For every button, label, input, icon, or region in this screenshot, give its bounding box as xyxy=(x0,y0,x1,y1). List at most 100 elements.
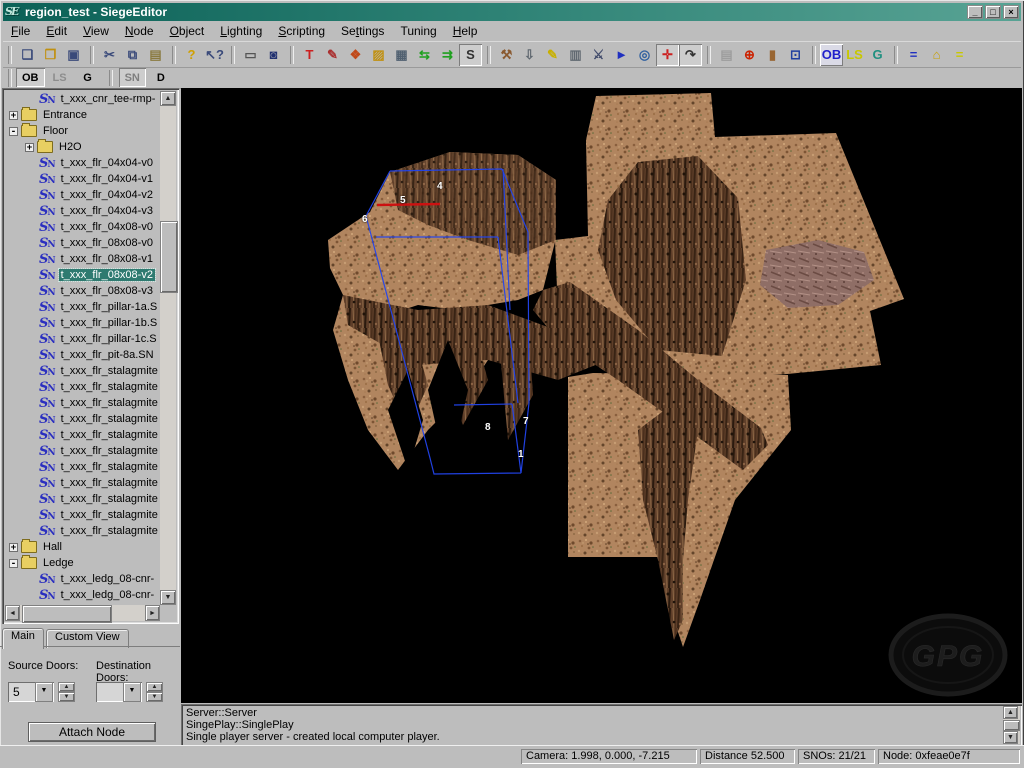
equals-yellow-button[interactable]: = xyxy=(948,44,971,66)
dropdown-arrow-icon[interactable]: ▼ xyxy=(35,682,53,702)
expander-plus-icon[interactable]: + xyxy=(9,543,18,552)
open-file-button[interactable]: ❐ xyxy=(39,44,62,66)
tree-node-t-xxx-flr-stalagmite[interactable]: SNt_xxx_flr_stalagmite xyxy=(5,363,160,379)
tree-node-t-xxx-flr-pit-8a-sn[interactable]: SNt_xxx_flr_pit-8a.SN xyxy=(5,347,160,363)
log-scrollbar[interactable]: ▲ ▼ xyxy=(1003,706,1020,744)
g-toggle-button[interactable]: G xyxy=(866,44,889,66)
new-file-button[interactable]: ❏ xyxy=(16,44,39,66)
fast-arrows-button[interactable]: ⇉ xyxy=(436,44,459,66)
tree-folder-floor[interactable]: -Floor xyxy=(5,123,160,139)
sword-button[interactable]: ⚔ xyxy=(587,44,610,66)
mode-ob-button[interactable]: OB xyxy=(16,68,45,87)
scroll-left-button[interactable]: ◄ xyxy=(5,605,20,621)
tree-node-t-xxx-flr-stalagmite[interactable]: SNt_xxx_flr_stalagmite xyxy=(5,507,160,523)
palette-button[interactable]: ❖ xyxy=(344,44,367,66)
menu-edit[interactable]: Edit xyxy=(38,23,75,39)
attach-node-button[interactable]: Attach Node xyxy=(28,722,156,742)
tree-node-t-xxx-ledg-08-cnr[interactable]: SNt_xxx_ledg_08-cnr- xyxy=(5,571,160,587)
tree-node-t-xxx-flr-04x08-v0[interactable]: SNt_xxx_flr_04x08-v0 xyxy=(5,219,160,235)
tree-node-t-xxx-flr-stalagmite[interactable]: SNt_xxx_flr_stalagmite xyxy=(5,459,160,475)
save-file-button[interactable]: ▣ xyxy=(62,44,85,66)
mode-d-button[interactable]: D xyxy=(148,68,174,87)
menu-view[interactable]: View xyxy=(75,23,117,39)
tab-main[interactable]: Main xyxy=(2,628,44,649)
paste-button[interactable]: ▤ xyxy=(144,44,167,66)
minimize-button[interactable]: _ xyxy=(967,5,983,19)
expander-minus-icon[interactable]: - xyxy=(9,559,18,568)
tree-node-t-xxx-flr-stalagmite[interactable]: SNt_xxx_flr_stalagmite xyxy=(5,379,160,395)
tree-node-t-xxx-flr-stalagmite[interactable]: SNt_xxx_flr_stalagmite xyxy=(5,427,160,443)
equals-blue-button[interactable]: = xyxy=(902,44,925,66)
expander-plus-icon[interactable]: + xyxy=(25,143,34,152)
menu-help[interactable]: Help xyxy=(445,23,486,39)
tree-node-t-xxx-flr-stalagmite[interactable]: SNt_xxx_flr_stalagmite xyxy=(5,395,160,411)
tree-folder-ledge[interactable]: -Ledge xyxy=(5,555,160,571)
spin-up-button[interactable]: ▲ xyxy=(58,682,75,692)
move-tool-button[interactable]: ✛ xyxy=(656,44,679,66)
scroll-up-button[interactable]: ▲ xyxy=(160,91,176,106)
menu-node[interactable]: Node xyxy=(117,23,162,39)
tree-node-t-xxx-flr-pillar-1b-s[interactable]: SNt_xxx_flr_pillar-1b.S xyxy=(5,315,160,331)
cut-button[interactable]: ✂ xyxy=(98,44,121,66)
scroll-thumb[interactable] xyxy=(160,221,178,293)
expander-minus-icon[interactable]: - xyxy=(9,127,18,136)
close-button[interactable]: × xyxy=(1003,5,1019,19)
spin-down-button[interactable]: ▼ xyxy=(58,692,75,702)
tree-horizontal-scrollbar[interactable]: ◄ ► xyxy=(5,605,160,621)
tree-node-t-xxx-flr-stalagmite[interactable]: SNt_xxx_flr_stalagmite xyxy=(5,523,160,539)
scroll-up-button[interactable]: ▲ xyxy=(1003,706,1018,719)
spin-down-button[interactable]: ▼ xyxy=(146,692,163,702)
tree-folder-h2o[interactable]: +H2O xyxy=(5,139,160,155)
tree-node-t-xxx-flr-08x08-v0[interactable]: SNt_xxx_flr_08x08-v0 xyxy=(5,235,160,251)
jump-arrow-button[interactable]: ► xyxy=(610,44,633,66)
tree-node-t-xxx-ledg-08-cnr[interactable]: SNt_xxx_ledg_08-cnr- xyxy=(5,587,160,603)
zoom-page-button[interactable]: ◎ xyxy=(633,44,656,66)
copy-button[interactable]: ⧉ xyxy=(121,44,144,66)
drop-down-arrow-button[interactable]: ⇩ xyxy=(518,44,541,66)
tree-node-t-xxx-flr-04x04-v1[interactable]: SNt_xxx_flr_04x04-v1 xyxy=(5,171,160,187)
menu-settings[interactable]: Settings xyxy=(333,23,392,39)
world-view-button[interactable]: ◙ xyxy=(262,44,285,66)
scroll-down-button[interactable]: ▼ xyxy=(160,590,176,605)
menu-file[interactable]: File xyxy=(3,23,38,39)
expander-plus-icon[interactable]: + xyxy=(9,111,18,120)
tree-node-t-xxx-flr-pillar-1a-s[interactable]: SNt_xxx_flr_pillar-1a.S xyxy=(5,299,160,315)
tree-node-t-xxx-flr-08x08-v3[interactable]: SNt_xxx_flr_08x08-v3 xyxy=(5,283,160,299)
menu-tuning[interactable]: Tuning xyxy=(392,23,444,39)
title-bar[interactable]: SE region_test - SiegeEditor _□× xyxy=(3,3,1021,21)
menu-scripting[interactable]: Scripting xyxy=(270,23,333,39)
menu-object[interactable]: Object xyxy=(162,23,213,39)
spin-up-button[interactable]: ▲ xyxy=(146,682,163,692)
scroll-thumb[interactable] xyxy=(22,605,112,623)
scroll-right-button[interactable]: ► xyxy=(145,605,160,621)
pencil-tool-button[interactable]: ✎ xyxy=(321,44,344,66)
tree-node-t-xxx-flr-stalagmite[interactable]: SNt_xxx_flr_stalagmite xyxy=(5,491,160,507)
ls-toggle-button[interactable]: LS xyxy=(843,44,866,66)
folder-tool-button[interactable]: ▨ xyxy=(367,44,390,66)
globe-button[interactable]: ⊕ xyxy=(738,44,761,66)
tree-node-t-xxx-flr-04x04-v2[interactable]: SNt_xxx_flr_04x04-v2 xyxy=(5,187,160,203)
ob-toggle-button[interactable]: OB xyxy=(820,44,843,66)
maximize-button[interactable]: □ xyxy=(985,5,1001,19)
destination-doors-select[interactable]: ▼ xyxy=(96,682,142,702)
tree-node-t-xxx-cnr-tee-rmp[interactable]: SNt_xxx_cnr_tee-rmp- xyxy=(5,91,160,107)
image-tool-button[interactable]: ▦ xyxy=(390,44,413,66)
mode-g-button[interactable]: G xyxy=(75,68,101,87)
tree-vertical-scrollbar[interactable]: ▲ ▼ xyxy=(160,91,176,605)
tree-node-t-xxx-flr-pillar-1c-s[interactable]: SNt_xxx_flr_pillar-1c.S xyxy=(5,331,160,347)
notepad-button[interactable]: ▭ xyxy=(239,44,262,66)
menu-lighting[interactable]: Lighting xyxy=(212,23,270,39)
tree-folder-hall[interactable]: +Hall xyxy=(5,539,160,555)
pencil-yellow-button[interactable]: ✎ xyxy=(541,44,564,66)
text-tool-button[interactable]: T xyxy=(298,44,321,66)
tree-node-t-xxx-flr-08x08-v1[interactable]: SNt_xxx_flr_08x08-v1 xyxy=(5,251,160,267)
tree-node-t-xxx-flr-04x04-v0[interactable]: SNt_xxx_flr_04x04-v0 xyxy=(5,155,160,171)
tree-node-t-xxx-flr-08x08-v2[interactable]: SNt_xxx_flr_08x08-v2 xyxy=(5,267,160,283)
scroll-down-button[interactable]: ▼ xyxy=(1003,731,1018,744)
tree-node-t-xxx-flr-stalagmite[interactable]: SNt_xxx_flr_stalagmite xyxy=(5,443,160,459)
toolbox-button[interactable]: ▥ xyxy=(564,44,587,66)
hammer-button[interactable]: ⚒ xyxy=(495,44,518,66)
orbit-tool-button[interactable]: ↷ xyxy=(679,44,702,66)
swap-arrows-button[interactable]: ⇆ xyxy=(413,44,436,66)
crayons-button[interactable]: ▮ xyxy=(761,44,784,66)
